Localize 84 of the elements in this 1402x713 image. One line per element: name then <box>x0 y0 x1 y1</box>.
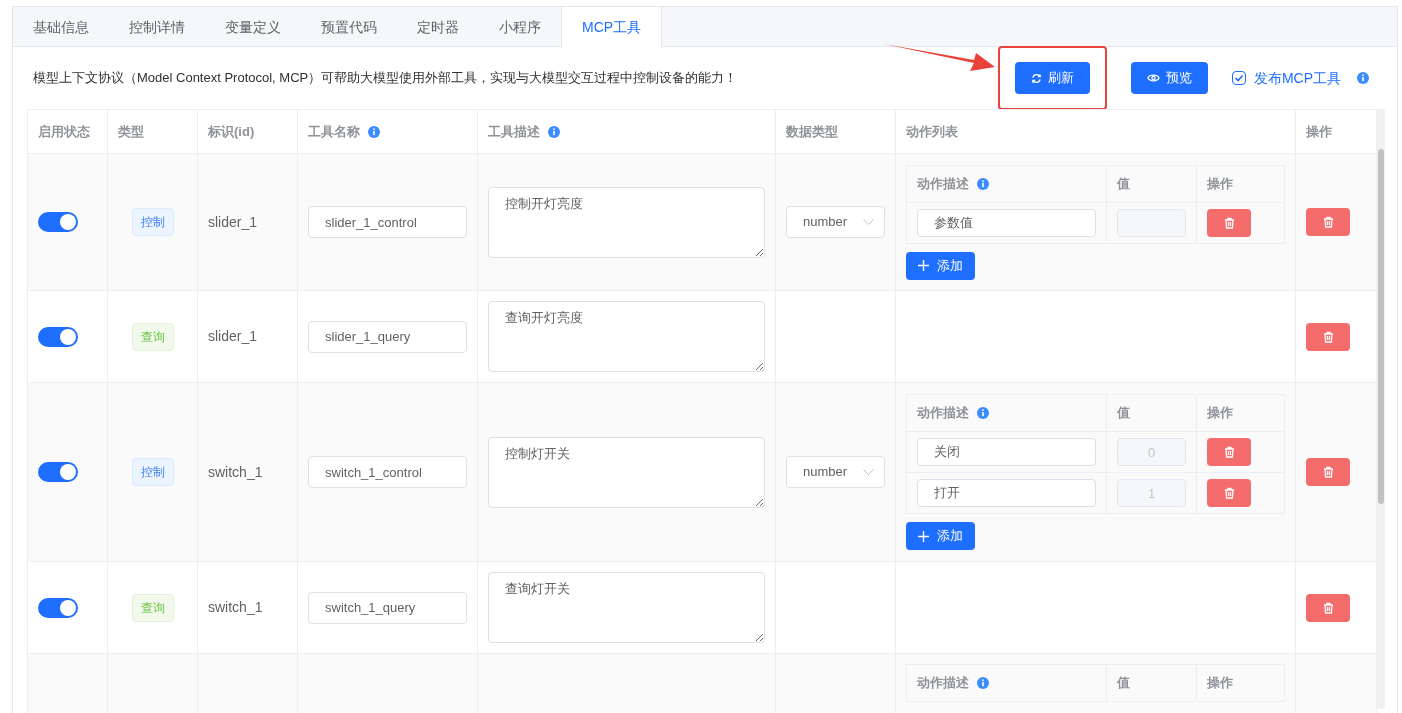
type-tag: 控制 <box>131 208 174 236</box>
delete-button[interactable] <box>1207 479 1251 507</box>
action-description-field[interactable]: 关闭 <box>917 438 1096 466</box>
id-text: switch_1 <box>208 463 263 480</box>
info-icon <box>548 125 560 138</box>
id-text: slider_1 <box>208 213 258 230</box>
toggle-switch[interactable] <box>38 462 78 482</box>
tab[interactable]: 小程序 <box>479 7 561 47</box>
column-header: 操作 <box>1306 122 1332 141</box>
tool-name-field[interactable]: switch_1_control <box>308 456 467 488</box>
column-header: 值 <box>1117 404 1130 423</box>
toggle-switch[interactable] <box>38 597 78 618</box>
column-header: 工具描述 <box>488 122 540 141</box>
trash-icon <box>1322 466 1334 478</box>
column-header: 标识(id) <box>208 122 255 141</box>
trash-icon <box>1322 601 1334 614</box>
delete-button[interactable] <box>1306 208 1350 236</box>
refresh-button[interactable]: 刷新 <box>1014 62 1090 94</box>
column-header: 动作描述 <box>917 174 969 193</box>
column-header: 操作 <box>1207 674 1233 693</box>
column-header: 数据类型 <box>786 122 838 141</box>
column-header: 动作列表 <box>906 122 958 141</box>
check-icon <box>1233 73 1244 83</box>
column-header: 动作描述 <box>917 674 969 693</box>
publish-label: 发布MCP工具 <box>1253 68 1341 88</box>
column-header: 值 <box>1117 674 1130 693</box>
type-tag: 控制 <box>131 458 174 486</box>
chevron-down-icon <box>863 219 874 225</box>
tab[interactable]: 基础信息 <box>13 7 109 47</box>
tab[interactable]: MCP工具 <box>561 7 663 48</box>
info-icon <box>368 125 380 138</box>
tool-description-field[interactable]: 查询开灯亮度 <box>488 301 765 372</box>
action-description-field[interactable]: 参数值 <box>917 208 1096 237</box>
delete-button[interactable] <box>1207 438 1251 466</box>
tool-description-field[interactable]: 控制开灯亮度 <box>488 186 765 258</box>
tool-name-field[interactable]: slider_1_query <box>308 320 467 353</box>
add-button[interactable]: 添加 <box>906 251 975 280</box>
plus-icon <box>918 260 929 271</box>
delete-button[interactable] <box>1306 593 1350 622</box>
tool-description-field[interactable]: 控制灯开关 <box>488 436 765 508</box>
tab[interactable]: 变量定义 <box>205 7 301 47</box>
add-button[interactable]: 添加 <box>906 522 975 550</box>
id-text: switch_1 <box>208 599 263 615</box>
toggle-switch[interactable] <box>38 212 78 232</box>
trash-icon <box>1322 216 1334 228</box>
tool-name-field[interactable]: slider_1_control <box>308 206 467 238</box>
plus-icon <box>918 530 929 542</box>
trash-icon <box>1223 487 1235 499</box>
trash-icon <box>1223 446 1235 458</box>
column-header: 工具名称 <box>308 122 360 141</box>
column-header: 类型 <box>118 122 144 141</box>
data-type-select[interactable]: number <box>786 456 885 488</box>
column-header: 动作描述 <box>917 404 969 423</box>
chevron-down-icon <box>863 469 874 475</box>
trash-icon <box>1223 216 1235 229</box>
info-icon <box>1357 72 1369 84</box>
data-type-select[interactable]: number <box>786 206 885 238</box>
refresh-icon <box>1030 72 1042 84</box>
tab[interactable]: 预置代码 <box>301 7 397 47</box>
eye-icon <box>1146 73 1160 83</box>
delete-button[interactable] <box>1306 322 1350 351</box>
tab[interactable]: 控制详情 <box>109 7 205 47</box>
info-icon <box>977 177 989 190</box>
id-text: slider_1 <box>208 328 258 344</box>
type-tag: 查询 <box>131 322 174 351</box>
column-header: 值 <box>1117 174 1130 193</box>
preview-button[interactable]: 预览 <box>1130 62 1208 94</box>
tool-description-field[interactable]: 查询灯开关 <box>488 572 765 643</box>
column-header: 操作 <box>1207 404 1233 423</box>
trash-icon <box>1322 330 1334 343</box>
scrollbar[interactable] <box>1377 109 1385 709</box>
column-header: 操作 <box>1207 174 1233 193</box>
info-icon <box>977 407 989 419</box>
action-description-field[interactable]: 打开 <box>917 479 1096 507</box>
tab[interactable]: 定时器 <box>397 7 479 47</box>
description-text: 模型上下文协议（Model Context Protocol, MCP）可帮助大模型使用外部工具，实现与大模型交互过程中控制设备的能力！ <box>33 69 739 88</box>
toggle-switch[interactable] <box>38 326 78 347</box>
tool-name-field[interactable]: switch_1_query <box>308 591 467 624</box>
delete-button[interactable] <box>1207 208 1251 237</box>
type-tag: 查询 <box>131 593 174 622</box>
info-icon <box>977 677 989 689</box>
publish-checkbox[interactable] <box>1231 71 1246 85</box>
delete-button[interactable] <box>1306 458 1350 486</box>
column-header: 启用状态 <box>38 122 90 141</box>
